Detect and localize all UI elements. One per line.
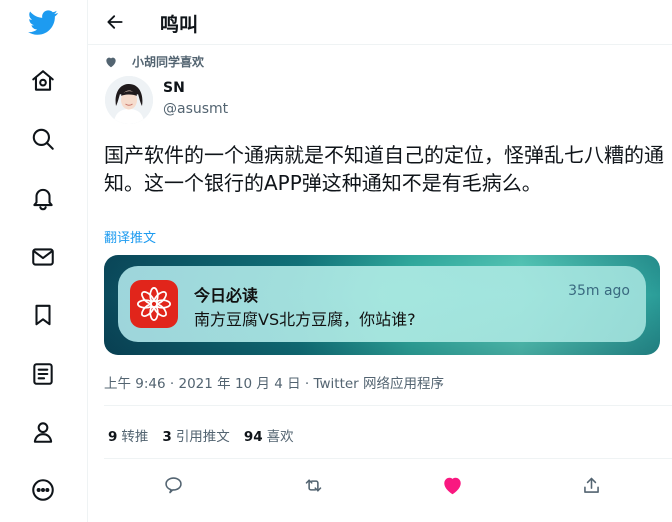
notification-time: 35m ago bbox=[568, 283, 630, 299]
notification-card: 今日必读 35m ago 南方豆腐VS北方豆腐，你站谁? bbox=[118, 266, 646, 342]
page-header: 鸣叫 bbox=[88, 0, 672, 45]
meta-separator: · bbox=[169, 376, 175, 392]
messages-mail-icon[interactable] bbox=[27, 241, 59, 273]
quotes-label: 引用推文 bbox=[175, 429, 230, 445]
avatar[interactable] bbox=[105, 76, 153, 124]
tweet-text: 国产软件的一个通病就是不知道自己的定位，怪弹乱七八糟的通知。这一个银行的APP弹… bbox=[104, 143, 664, 195]
more-icon[interactable] bbox=[27, 474, 59, 506]
back-arrow-icon[interactable] bbox=[102, 9, 128, 35]
flower-logo-icon bbox=[136, 286, 172, 322]
page-title: 鸣叫 bbox=[160, 14, 199, 36]
tweet-time[interactable]: 上午 9:46 bbox=[104, 376, 166, 392]
tweet-stats: 9 转推 3 引用推文 94 喜欢 bbox=[108, 425, 308, 445]
retweets-stat[interactable]: 9 转推 bbox=[108, 425, 148, 445]
heart-icon bbox=[106, 57, 116, 67]
social-context-label: 小胡同学喜欢 bbox=[132, 55, 205, 69]
home-icon[interactable] bbox=[27, 65, 59, 97]
tweet-media-image[interactable]: 今日必读 35m ago 南方豆腐VS北方豆腐，你站谁? bbox=[104, 255, 660, 355]
author-handle[interactable]: @asusmt bbox=[163, 101, 228, 117]
quotes-count: 3 bbox=[162, 429, 172, 445]
translate-tweet-link[interactable]: 翻译推文 bbox=[104, 227, 156, 246]
tweet-date[interactable]: 2021 年 10 月 4 日 bbox=[179, 376, 301, 392]
tweet-actions bbox=[88, 470, 672, 500]
likes-stat[interactable]: 94 喜欢 bbox=[244, 425, 294, 445]
likes-label: 喜欢 bbox=[266, 429, 294, 445]
notification-body: 南方豆腐VS北方豆腐，你站谁? bbox=[194, 310, 416, 329]
notification-app-name: 今日必读 bbox=[194, 286, 259, 305]
notifications-bell-icon[interactable] bbox=[27, 182, 59, 214]
likes-count: 94 bbox=[243, 429, 263, 445]
quotes-stat[interactable]: 3 引用推文 bbox=[162, 425, 229, 445]
divider bbox=[104, 405, 672, 406]
author-name[interactable]: SN bbox=[163, 80, 185, 96]
profile-icon[interactable] bbox=[27, 416, 59, 448]
tweet-source[interactable]: Twitter 网络应用程序 bbox=[313, 376, 444, 392]
meta-separator: · bbox=[304, 376, 310, 392]
left-navigation bbox=[0, 0, 88, 522]
bookmarks-icon[interactable] bbox=[27, 299, 59, 331]
lists-icon[interactable] bbox=[27, 358, 59, 390]
reply-icon[interactable] bbox=[160, 472, 186, 498]
retweet-icon[interactable] bbox=[300, 472, 326, 498]
explore-search-icon[interactable] bbox=[27, 123, 59, 155]
divider bbox=[104, 458, 672, 459]
retweets-count: 9 bbox=[108, 429, 118, 445]
tweet-detail: 鸣叫 小胡同学喜欢 SN @asusmt 国产软件的一个通病就是不知道自己的定位… bbox=[88, 0, 672, 522]
avatar-photo bbox=[105, 76, 153, 124]
app-icon bbox=[130, 280, 178, 328]
tweet-timestamp: 上午 9:46 · 2021 年 10 月 4 日 · Twitter 网络应用… bbox=[104, 372, 444, 392]
share-icon[interactable] bbox=[578, 472, 604, 498]
like-heart-icon[interactable] bbox=[439, 472, 465, 498]
retweets-label: 转推 bbox=[121, 429, 149, 445]
social-context[interactable]: 小胡同学喜欢 bbox=[104, 53, 204, 70]
twitter-logo-icon[interactable] bbox=[27, 6, 59, 38]
